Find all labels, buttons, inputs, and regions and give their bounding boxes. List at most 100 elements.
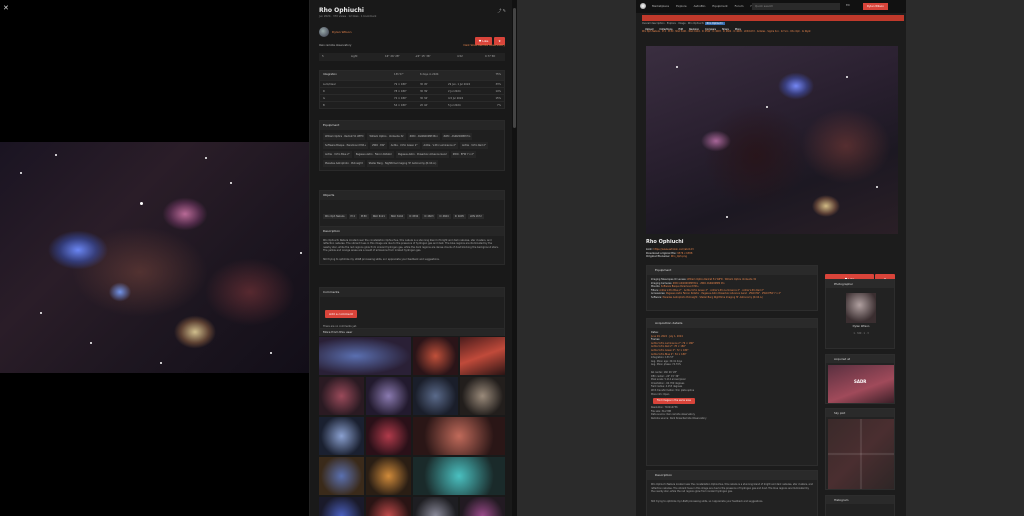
thumbnail[interactable] (460, 337, 505, 375)
photographer-name[interactable]: Dylan Wilson (332, 30, 351, 34)
thumbnail[interactable] (460, 377, 505, 415)
equipment-item[interactable]: ZWO · EAF (370, 142, 387, 149)
object-tag[interactable]: IC 4604 (437, 214, 451, 219)
object-tag[interactable]: NGC 6121 (370, 214, 387, 219)
avatar[interactable] (319, 27, 329, 37)
acq-label: Dates: (651, 331, 659, 334)
meta-label: Download original file: (646, 251, 677, 255)
equipment-title: Equipment (320, 121, 504, 130)
breadcrumb-text[interactable]: Overall description · Explore · Image · … (642, 22, 704, 25)
integration-cell: 78 × 180" (394, 90, 407, 93)
thumbnail[interactable] (319, 417, 364, 455)
comments-section: Comments Add a comment There are no comm… (319, 287, 505, 333)
observatory-image[interactable]: SADR (828, 365, 894, 403)
scrollbar-thumb[interactable] (513, 8, 516, 128)
equipment-item[interactable]: ZWO · EFW 7 x 2" (450, 151, 477, 158)
object-tag[interactable]: NGC 6144 (388, 214, 406, 219)
thumbnail[interactable] (366, 457, 411, 495)
equipment-value[interactable]: Antlia V-Pro Blue 2" · Antlia V-Pro Gree… (659, 289, 763, 292)
photographer-name[interactable]: Dylan Wilson (826, 325, 896, 328)
equipment-item[interactable]: Pegasus Astro · Falcon Rotator (353, 151, 394, 158)
equipment-item[interactable]: William Optics · UniGuide 32 (367, 133, 406, 140)
equipment-item[interactable]: William Optics · Redcat 51 WIFD (323, 133, 366, 140)
equipment-value[interactable]: Software Bisque Paramount MX+ (661, 285, 699, 288)
acq-label: Frames: (651, 338, 661, 342)
object-tag[interactable]: M 80 (358, 214, 369, 219)
integration-cell: 5 Jul 2024 (448, 104, 461, 107)
user-menu-button[interactable]: Dylan Wilson (863, 3, 888, 10)
thumbnail[interactable] (319, 377, 364, 415)
sky-plot-image[interactable] (828, 419, 894, 489)
language-selector[interactable]: EN (846, 4, 850, 7)
remote-observatory-link[interactable]: Dark Skies Remote Observatory (464, 44, 505, 47)
equipment-item[interactable]: Antlia · V-Pro Blue 2" (323, 151, 352, 158)
tag-list[interactable]: Rho Oph Nebula · M 4 · M 80 · NGC 6121 ·… (642, 30, 904, 33)
histogram-title: Histogram (826, 496, 894, 504)
equipment-item[interactable]: ZWO · ASI6200MM Pro (441, 133, 473, 140)
integration-rows: Lum/Clear 79 × 180" 3h 45' 29 Jun, 1 Jul 20… (320, 80, 504, 108)
equipment-value[interactable]: ZWO ASI2600MM Mini · ZWO ASI6200MM Pro (673, 282, 725, 285)
integration-cell: 15% (495, 97, 501, 100)
equipment-item[interactable]: Antlia · V-Pro Red 2" (460, 142, 489, 149)
nav-item[interactable]: Marketplace (652, 4, 669, 8)
equipment-item[interactable]: Antlia · V-Pro Green 2" (388, 142, 420, 149)
integration-cell: 14% (495, 90, 501, 93)
equipment-key: Accessories: (651, 292, 666, 296)
more-title: More from this user (320, 329, 504, 336)
equipment-value[interactable]: William Optics Redcat 51 WIFD · William … (687, 278, 756, 281)
thumbnail[interactable] (366, 417, 411, 455)
thumbnail[interactable] (319, 497, 364, 516)
equipment-item[interactable]: Stellar Berg · Nighttime Imaging 'N' Ast… (366, 160, 439, 167)
nav-item[interactable]: Forum (735, 4, 744, 8)
fullsize-image[interactable] (0, 142, 309, 373)
equipment-item[interactable]: Antlia · V-Pro Luminance 2" (421, 142, 459, 149)
equipment-item[interactable]: Software Bisque · Paramount MX+ (323, 142, 369, 149)
image-title: Rho Ophiuchi (319, 7, 364, 14)
equipment-item[interactable]: Pleiades Astrophoto · PixInsight (323, 160, 365, 167)
object-tag[interactable]: Rho Oph Nebula (323, 214, 347, 219)
logo-icon[interactable] (640, 3, 646, 9)
image-link[interactable]: https://www.astrobin.com/abc123 (653, 248, 693, 251)
skyplot-title: Sky plot (826, 409, 894, 417)
object-tag[interactable]: IC 4605 (452, 214, 466, 219)
object-tag[interactable]: M 4 (348, 214, 357, 219)
image-detail-panel: Rho Ophiuchi Jun 2024 · 370 views · 12 l… (309, 0, 514, 516)
avatar[interactable] (846, 293, 876, 323)
thumbnail[interactable] (413, 457, 505, 495)
tab-active[interactable]: Rho Ophiuchi (704, 22, 725, 25)
main-image[interactable] (646, 46, 898, 234)
thumbnail[interactable] (319, 337, 411, 375)
find-same-area-button[interactable]: Find images in the same area (653, 398, 695, 405)
thumbnail[interactable] (413, 417, 505, 455)
integration-row: B 54 × 180" 2h 42' 5 Jul 2024 7% (320, 101, 504, 108)
object-tag[interactable]: IC 4603 (422, 214, 436, 219)
thumbnail[interactable] (366, 377, 411, 415)
equipment-section: Equipment William Optics · Redcat 51 WIF… (319, 120, 505, 171)
meta-label: Original filename: (646, 255, 671, 259)
nav-item[interactable]: Explore (676, 4, 687, 8)
thumbnail[interactable] (366, 497, 411, 516)
nav-item[interactable]: Equipment (712, 4, 727, 8)
nav-item[interactable]: AstroBin (694, 4, 706, 8)
thumbnail[interactable] (319, 457, 364, 495)
object-tag[interactable]: LDN 1672 (467, 214, 484, 219)
equipment-item[interactable]: ZWO · ASI2600MM Mini (407, 133, 440, 140)
download-original-link[interactable]: 9576 x 6388 (677, 252, 692, 255)
share-icon[interactable]: ⤴ ✎ (497, 8, 506, 14)
equipment-key: Mounts: (651, 285, 661, 289)
object-tag[interactable]: IC 4592 (407, 214, 421, 219)
description-more: Still trying to optimize my LRGB process… (651, 499, 764, 503)
obs-val: 0.77 5D (485, 55, 496, 58)
equipment-value[interactable]: Pleiades Astrophoto PixInsight · Stellar… (663, 296, 764, 299)
equipment-value[interactable]: Pegasus Astro Falcon Rotator · Pegasus A… (666, 292, 781, 295)
close-viewer-button[interactable]: ✕ (3, 4, 11, 12)
equipment-item[interactable]: Pegasus Astro · Powerbox Advance Gen2 (395, 151, 449, 158)
thumbnail[interactable] (413, 337, 458, 375)
thumbnail[interactable] (460, 497, 505, 516)
equipment-key: Imaging Cameras: (651, 281, 673, 285)
add-comment-button[interactable]: Add a comment (325, 310, 357, 318)
search-input[interactable]: Quick search (752, 3, 840, 10)
thumbnail[interactable] (413, 497, 458, 516)
photographer-stats: 1 · 320 · 1 · 3 (853, 332, 869, 335)
thumbnail[interactable] (413, 377, 458, 415)
